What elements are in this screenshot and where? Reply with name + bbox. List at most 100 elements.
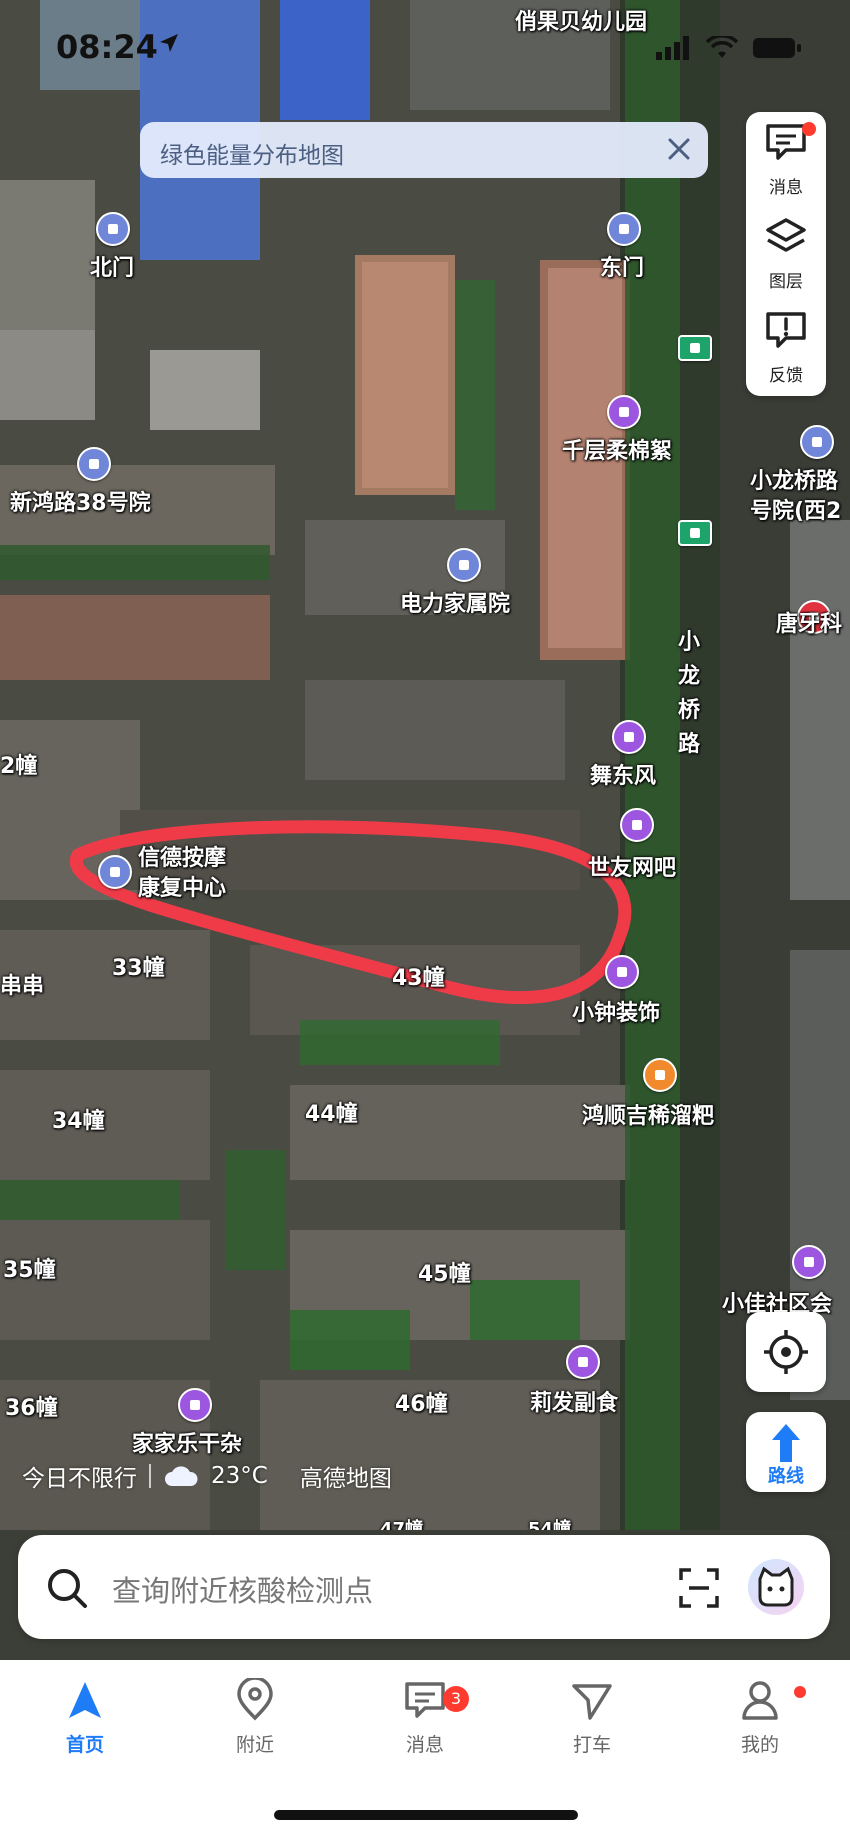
tab-mine-label: 我的 [740, 1734, 779, 1756]
road-label-xiaolongqiao: 小 龙 桥 路 [678, 626, 708, 762]
search-placeholder[interactable]: 查询附近核酸检测点 [112, 1568, 373, 1610]
crosshair-icon [764, 1330, 808, 1374]
poi-massage-name[interactable]: 信德按摩 [138, 840, 226, 872]
building-label: 35幢 [3, 1258, 56, 1283]
gate-icon[interactable] [96, 212, 130, 246]
shop-icon[interactable] [792, 1245, 826, 1279]
battery-icon [753, 38, 801, 58]
notification-dot [794, 1686, 806, 1698]
home-indicator[interactable] [274, 1810, 578, 1820]
road-char: 龙 [678, 664, 701, 689]
poi-massage-name-2[interactable]: 康复中心 [138, 870, 226, 902]
banner-text: 绿色能量分布地图 [160, 143, 344, 169]
assistant-avatar[interactable] [748, 1559, 804, 1615]
shop-icon[interactable] [605, 955, 639, 989]
search-bar[interactable]: 查询附近核酸检测点 [18, 1535, 830, 1639]
traffic-restriction[interactable]: 今日不限行 [22, 1459, 137, 1493]
messages-button[interactable]: 消息 [746, 112, 826, 202]
separator [149, 1464, 151, 1488]
layers-button[interactable]: 图层 [746, 206, 826, 296]
map-brand: 高德地图 [299, 1466, 392, 1492]
route-arrow-icon [772, 1424, 800, 1462]
tab-nearby-label: 附近 [235, 1734, 274, 1756]
poi-xiaolongqiao-courtyard-2[interactable]: 号院(西2 [750, 493, 841, 525]
building-label: 2幢 [0, 754, 38, 779]
layers-icon [766, 218, 806, 252]
building-label: 46幢 [395, 1392, 448, 1417]
map-side-panel: 消息 图层 反馈 [746, 112, 826, 396]
search-icon [48, 1569, 87, 1608]
poi-east-gate[interactable]: 东门 [600, 250, 644, 282]
tab-taxi-label: 打车 [572, 1734, 611, 1756]
building-label: 43幢 [392, 966, 445, 991]
messages-label: 消息 [769, 178, 803, 198]
location-pin-icon [237, 1676, 273, 1721]
tab-nearby[interactable]: 附近 [195, 1676, 315, 1757]
taxi-arrow-icon [572, 1684, 612, 1720]
poi-xinhong[interactable]: 新鸿路38号院 [10, 485, 151, 517]
scan-icon[interactable] [678, 1567, 720, 1609]
gate-icon[interactable] [607, 212, 641, 246]
feedback-icon [766, 312, 806, 348]
poi-xiaolongqiao-courtyard-1[interactable]: 小龙桥路 [750, 463, 838, 495]
status-bar: 08:24 [0, 28, 850, 68]
route-label: 路线 [768, 1466, 804, 1487]
temperature: 23°C [211, 1463, 268, 1489]
status-time: 08:24 [56, 28, 158, 66]
poi-chuanchuan[interactable]: 串串 [0, 968, 44, 1000]
feedback-button[interactable]: 反馈 [746, 300, 826, 390]
layers-label: 图层 [769, 272, 803, 292]
tab-home-label: 首页 [65, 1734, 104, 1756]
residence-icon[interactable] [800, 425, 834, 459]
route-button[interactable]: 路线 [746, 1412, 826, 1492]
cloud-icon [165, 1466, 198, 1486]
tab-home[interactable]: 首页 [25, 1678, 145, 1757]
bus-stop-icon[interactable] [678, 520, 712, 546]
poi-wudongfeng[interactable]: 舞东风 [590, 758, 656, 790]
building-label: 47幢 [380, 1519, 424, 1530]
tab-mine[interactable]: 我的 [700, 1678, 820, 1757]
building-label: 33幢 [112, 956, 165, 981]
navigation-arrow-icon [69, 1682, 101, 1718]
building-label: 54幢 [528, 1519, 572, 1530]
notification-dot [802, 122, 816, 136]
poi-qianceng[interactable]: 千层柔棉絮 [562, 433, 672, 465]
building-label: 45幢 [418, 1262, 471, 1287]
poi-jiajiale[interactable]: 家家乐干杂 [132, 1426, 242, 1458]
close-icon[interactable] [664, 134, 694, 164]
bus-stop-icon[interactable] [678, 335, 712, 361]
wifi-icon [706, 36, 738, 58]
building-label: 34幢 [52, 1109, 105, 1134]
locate-button[interactable] [746, 1312, 826, 1392]
messages-badge: 3 [443, 1686, 469, 1712]
tab-taxi[interactable]: 打车 [532, 1678, 652, 1757]
map-info-bar: 今日不限行 23°C 高德地图 [22, 1458, 392, 1494]
location-arrow-icon [160, 34, 178, 52]
shop-icon[interactable] [612, 720, 646, 754]
poi-internet-cafe[interactable]: 世友网吧 [588, 850, 676, 882]
road-char: 小 [678, 630, 701, 655]
poi-xiaozhong[interactable]: 小钟装饰 [572, 995, 660, 1027]
shop-icon[interactable] [566, 1345, 600, 1379]
feedback-label: 反馈 [769, 366, 803, 386]
poi-hongshun[interactable]: 鸿顺吉稀溜粑 [582, 1098, 714, 1130]
shop-icon[interactable] [178, 1388, 212, 1422]
poi-north-gate[interactable]: 北门 [90, 250, 134, 282]
residence-icon[interactable] [447, 548, 481, 582]
message-icon [405, 1682, 445, 1718]
poi-lifa[interactable]: 莉发副食 [530, 1385, 618, 1417]
satellite-map[interactable]: 俏果贝幼儿园 北门 东门 千层柔棉絮 小龙桥路 号院(西2 新鸿路38号院 电力… [0, 0, 850, 1530]
shop-icon[interactable] [607, 395, 641, 429]
cat-assistant-icon [758, 1566, 794, 1607]
tab-messages[interactable]: 3 消息 [365, 1678, 485, 1757]
massage-pin-icon[interactable] [98, 855, 132, 889]
residence-icon[interactable] [77, 447, 111, 481]
green-energy-banner[interactable]: 绿色能量分布地图 [140, 122, 708, 178]
tab-messages-label: 消息 [405, 1734, 444, 1756]
poi-tangya[interactable]: 唐牙科 [776, 606, 842, 638]
road-char: 路 [678, 732, 701, 757]
internet-cafe-icon[interactable] [620, 808, 654, 842]
user-icon [742, 1681, 778, 1720]
poi-dianli[interactable]: 电力家属院 [400, 586, 510, 618]
restaurant-icon[interactable] [643, 1058, 677, 1092]
